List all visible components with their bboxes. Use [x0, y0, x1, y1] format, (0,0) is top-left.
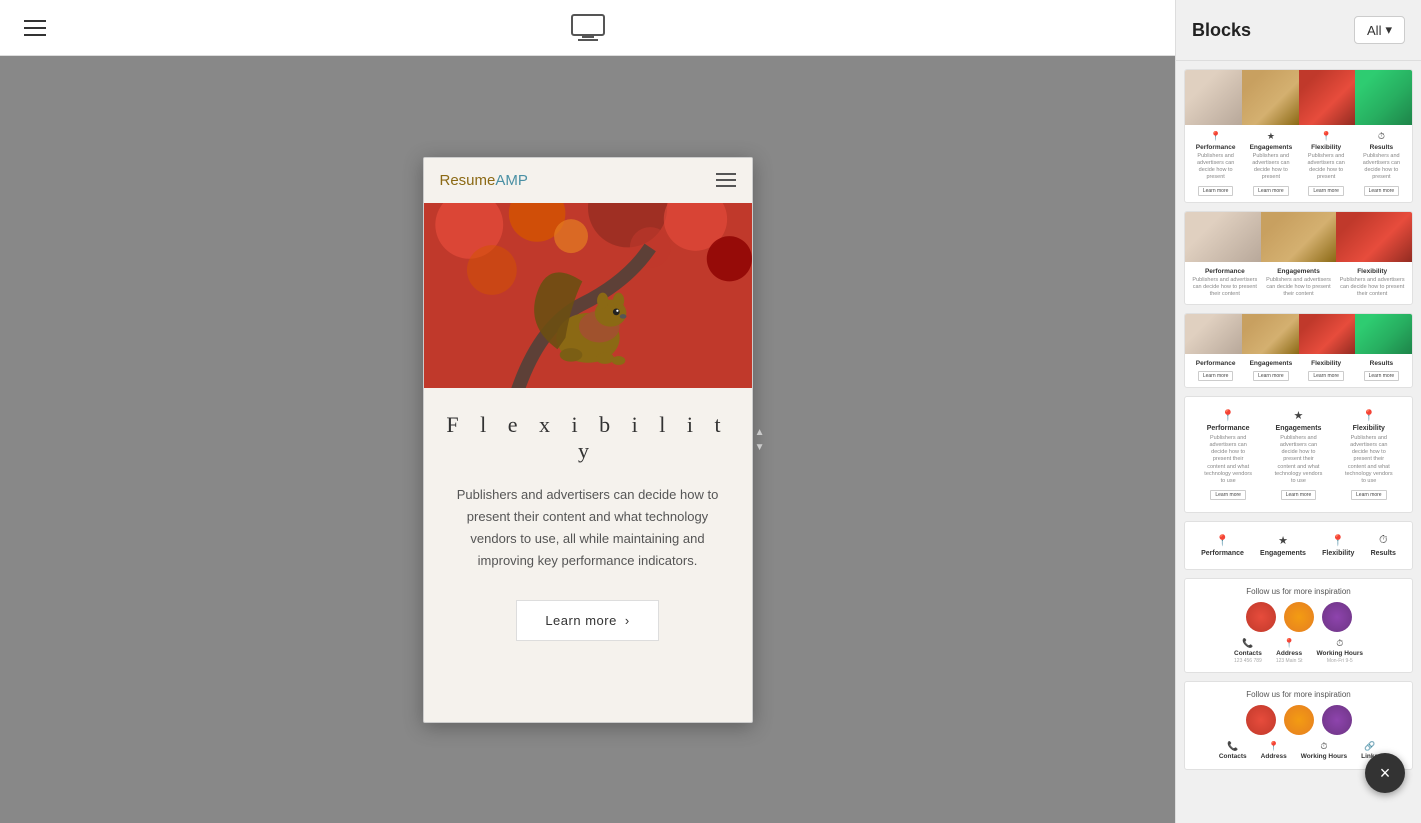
- block-card-1-info: 📍 Performance Publishers and advertisers…: [1185, 125, 1412, 202]
- flower-1b: [1246, 705, 1276, 735]
- block-img-3: [1299, 70, 1356, 125]
- block5-col-2: ★ Engagements: [1260, 534, 1306, 557]
- block-card-4[interactable]: 📍 Performance Publishers and advertisers…: [1184, 396, 1413, 513]
- flower-2: [1284, 602, 1314, 632]
- block-card-5[interactable]: 📍 Performance ★ Engagements 📍 Flexibilit…: [1184, 521, 1413, 570]
- block5-col-3: 📍 Flexibility: [1322, 534, 1354, 557]
- block4-col-3: 📍 Flexibility Publishers and advertisers…: [1344, 409, 1394, 500]
- block-card-1-images: [1185, 70, 1412, 125]
- flower-3: [1322, 602, 1352, 632]
- social-title-7: Follow us for more inspiration: [1193, 690, 1404, 699]
- block-card-3-images: [1185, 314, 1412, 354]
- block4-col-2: ★ Engagements Publishers and advertisers…: [1273, 409, 1323, 500]
- block2-col-2: Engagements Publishers and advertisers c…: [1263, 268, 1335, 298]
- block2-col-1: Performance Publishers and advertisers c…: [1189, 268, 1261, 298]
- mobile-content: F l e x i b i l i t y Publishers and adv…: [424, 388, 752, 722]
- block5-col-1: 📍 Performance: [1201, 534, 1244, 557]
- block-img-1: [1185, 70, 1242, 125]
- block-card-2-images: [1185, 212, 1412, 262]
- block2-col-3: Flexibility Publishers and advertisers c…: [1336, 268, 1408, 298]
- block2-img-1: [1185, 212, 1261, 262]
- logo-resume: Resume: [440, 172, 496, 189]
- flower-2b: [1284, 705, 1314, 735]
- block-col-4: ⏱ Results Publishers and advertisers can…: [1355, 131, 1408, 196]
- contact-col-2: 📍 Address 123 Main St: [1276, 638, 1303, 664]
- flower-3b: [1322, 705, 1352, 735]
- social-flowers-7: [1193, 705, 1404, 735]
- contact-col-3: ⏱ Working Hours Mon-Fri 9-5: [1317, 638, 1363, 664]
- sidebar-scroll[interactable]: 📍 Performance Publishers and advertisers…: [1176, 61, 1421, 823]
- block-card-6[interactable]: Follow us for more inspiration 📞 Contact…: [1184, 578, 1413, 673]
- block-card-3[interactable]: Performance Learn more Engagements Learn…: [1184, 313, 1413, 388]
- block4-col-1: 📍 Performance Publishers and advertisers…: [1203, 409, 1253, 500]
- block3-col-3: Flexibility Learn more: [1300, 360, 1353, 381]
- logo-amp: AMP: [495, 172, 528, 189]
- block3-img-4: [1355, 314, 1412, 354]
- block2-img-2: [1261, 212, 1337, 262]
- right-sidebar: Blocks All ▾ 📍 Performance Publishers an…: [1175, 0, 1421, 823]
- mobile-menu-icon[interactable]: [716, 173, 736, 187]
- mobile-logo: ResumeAMP: [440, 172, 528, 189]
- block-card-2-info: Performance Publishers and advertisers c…: [1185, 262, 1412, 304]
- mobile-preview-frame: ResumeAMP: [423, 157, 753, 723]
- block3-img-1: [1185, 314, 1242, 354]
- block5-col-4: ⏱ Results: [1371, 534, 1396, 557]
- block-img-2: [1242, 70, 1299, 125]
- social-flowers-6: [1193, 602, 1404, 632]
- block-card-3-info: Performance Learn more Engagements Learn…: [1185, 354, 1412, 387]
- mobile-section-title: F l e x i b i l i t y: [444, 412, 732, 464]
- learn-more-button[interactable]: Learn more ›: [516, 600, 658, 641]
- block-card-4-icons: 📍 Performance Publishers and advertisers…: [1185, 397, 1412, 512]
- hamburger-menu[interactable]: [24, 20, 46, 36]
- block-col-1: 📍 Performance Publishers and advertisers…: [1189, 131, 1242, 196]
- sidebar-header: Blocks All ▾: [1176, 0, 1421, 61]
- contact-col-1: 📞 Contacts 123 456 789: [1234, 638, 1262, 664]
- flower-1: [1246, 602, 1276, 632]
- block-col-3: 📍 Flexibility Publishers and advertisers…: [1300, 131, 1353, 196]
- close-button[interactable]: ×: [1365, 753, 1405, 793]
- block-card-2[interactable]: Performance Publishers and advertisers c…: [1184, 211, 1413, 305]
- block3-col-1: Performance Learn more: [1189, 360, 1242, 381]
- mobile-hero-image: [424, 203, 752, 388]
- block-img-4: [1355, 70, 1412, 125]
- contact-col-2b: 📍 Address: [1261, 741, 1287, 761]
- all-filter-button[interactable]: All ▾: [1354, 16, 1405, 44]
- social-contacts-6: 📞 Contacts 123 456 789 📍 Address 123 Mai…: [1193, 638, 1404, 664]
- block-col-2: ★ Engagements Publishers and advertisers…: [1244, 131, 1297, 196]
- block3-col-4: Results Learn more: [1355, 360, 1408, 381]
- block3-img-2: [1242, 314, 1299, 354]
- block-card-1[interactable]: 📍 Performance Publishers and advertisers…: [1184, 69, 1413, 203]
- social-title-6: Follow us for more inspiration: [1193, 587, 1404, 596]
- block2-img-3: [1336, 212, 1412, 262]
- block-card-6-social: Follow us for more inspiration 📞 Contact…: [1185, 579, 1412, 672]
- contact-col-1b: 📞 Contacts: [1219, 741, 1247, 761]
- sidebar-title: Blocks: [1192, 20, 1251, 41]
- top-bar: [0, 0, 1175, 56]
- mobile-nav: ResumeAMP: [424, 158, 752, 203]
- preview-area: ResumeAMP: [0, 56, 1175, 823]
- mobile-description: Publishers and advertisers can decide ho…: [444, 484, 732, 572]
- block3-img-3: [1299, 314, 1356, 354]
- contact-col-3b: ⏱ Working Hours: [1301, 741, 1347, 761]
- monitor-icon: [570, 13, 606, 43]
- block-card-5-icons: 📍 Performance ★ Engagements 📍 Flexibilit…: [1185, 522, 1412, 569]
- block3-col-2: Engagements Learn more: [1244, 360, 1297, 381]
